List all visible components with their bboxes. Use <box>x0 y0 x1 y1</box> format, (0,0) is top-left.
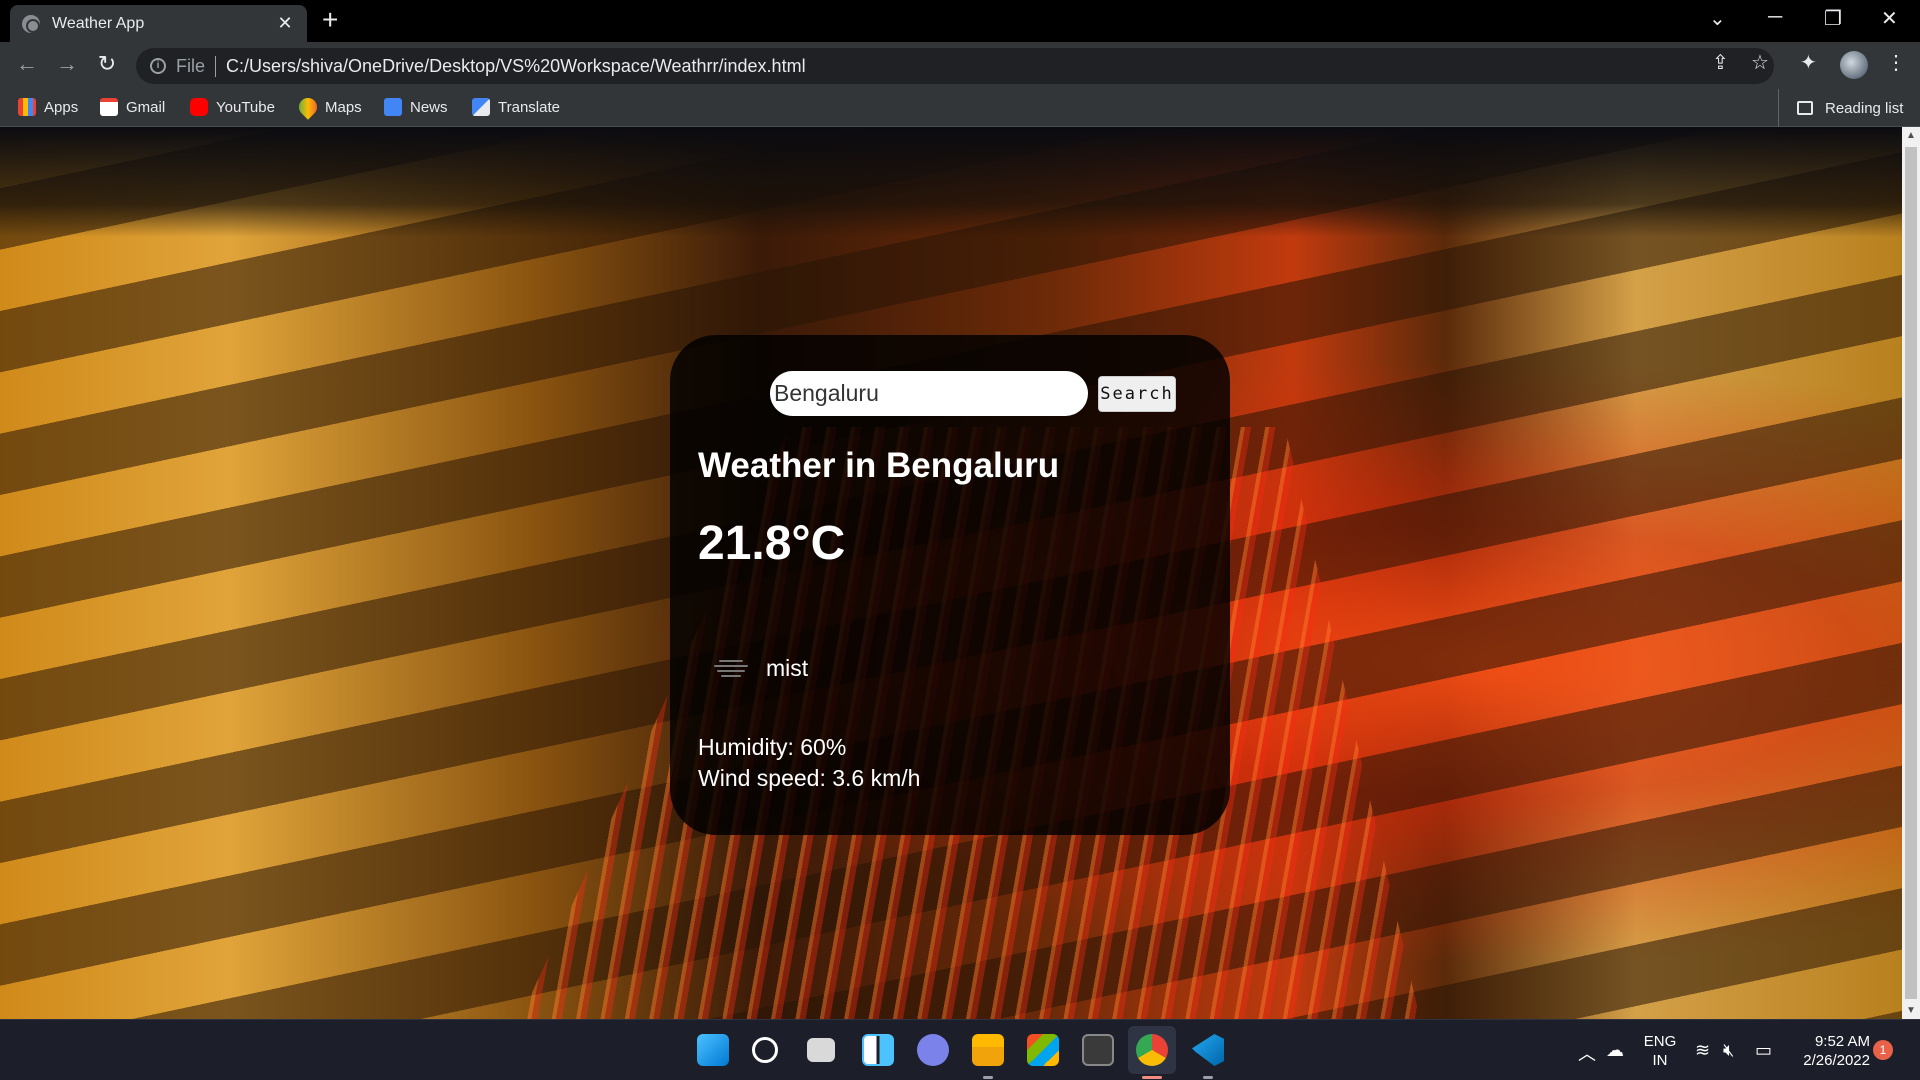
youtube-icon <box>190 98 208 116</box>
address-url[interactable]: C:/Users/shiva/OneDrive/Desktop/VS%20Wor… <box>226 56 806 77</box>
battery-icon[interactable]: ▭ <box>1755 1040 1772 1061</box>
tab-title: Weather App <box>52 14 145 32</box>
search-input[interactable] <box>770 371 1088 416</box>
wifi-icon[interactable]: ≋ <box>1695 1040 1710 1061</box>
info-icon[interactable]: i <box>150 58 166 74</box>
bookmark-maps[interactable]: Maps <box>295 94 362 120</box>
language-code: ENG <box>1643 1033 1677 1050</box>
bookmark-label: News <box>410 98 448 116</box>
widgets-icon[interactable] <box>862 1034 894 1066</box>
language-indicator[interactable]: ENG IN <box>1640 1032 1680 1070</box>
page-scrollbar[interactable]: ▲ ▼ <box>1902 127 1920 1019</box>
minimize-button[interactable]: ─ <box>1768 6 1782 29</box>
store-icon[interactable] <box>1027 1034 1059 1066</box>
search-button[interactable]: Search <box>1098 375 1176 412</box>
bookmark-apps[interactable]: Apps <box>18 98 78 116</box>
scroll-up-icon[interactable]: ▲ <box>1902 127 1920 144</box>
clock[interactable]: 9:52 AM 2/26/2022 <box>1790 1032 1870 1070</box>
active-indicator <box>1142 1076 1162 1079</box>
reading-list-icon <box>1797 101 1813 115</box>
browser-titlebar: Weather App ✕ + ⌄ ─ ❐ ✕ <box>0 0 1920 42</box>
globe-icon <box>22 14 40 33</box>
onedrive-cloud-icon[interactable]: ☁ <box>1606 1040 1624 1061</box>
address-bar[interactable]: i File C:/Users/shiva/OneDrive/Desktop/V… <box>136 48 1774 84</box>
reading-list-button[interactable]: Reading list <box>1778 89 1903 127</box>
maps-pin-icon <box>295 94 321 120</box>
volume-muted-icon[interactable]: 🔇︎ <box>1723 1040 1734 1061</box>
bookmark-label: Maps <box>325 98 362 116</box>
clock-date: 2/26/2022 <box>1803 1052 1870 1069</box>
chrome-icon[interactable] <box>1136 1034 1168 1066</box>
restore-button[interactable]: ❐ <box>1824 6 1842 31</box>
temperature: 21.8°C <box>698 517 846 570</box>
humidity: Humidity: 60% <box>698 734 847 760</box>
bookmark-youtube[interactable]: YouTube <box>190 98 275 116</box>
share-icon[interactable]: ⇪ <box>1712 50 1729 75</box>
bookmark-gmail[interactable]: Gmail <box>100 98 165 116</box>
city-title: Weather in Bengaluru <box>698 446 1060 485</box>
wind-speed: Wind speed: 3.6 km/h <box>698 765 921 791</box>
start-icon[interactable] <box>697 1034 729 1066</box>
region-code: IN <box>1652 1052 1668 1069</box>
close-window-button[interactable]: ✕ <box>1881 6 1898 31</box>
notification-badge[interactable]: 1 <box>1873 1040 1893 1060</box>
forward-icon[interactable]: → <box>52 51 82 77</box>
search-row: Search <box>770 371 1202 416</box>
page-background: Search Weather in Bengaluru 21.8°C mist … <box>0 127 1902 1019</box>
bookmark-star-icon[interactable]: ☆ <box>1751 50 1769 75</box>
notion-icon[interactable] <box>1082 1034 1114 1066</box>
weather-card: Search Weather in Bengaluru 21.8°C mist … <box>670 335 1230 835</box>
windows-taskbar: ︿ ☁ ENG IN ≋ 🔇︎ ▭ 9:52 AM 2/26/2022 <box>0 1019 1920 1080</box>
profile-avatar[interactable] <box>1840 51 1868 79</box>
background-sky <box>0 127 1902 237</box>
bookmarks-bar: Apps Gmail YouTube Maps News Translate R… <box>0 89 1920 127</box>
task-view-icon[interactable] <box>807 1038 835 1062</box>
address-scheme: File <box>176 55 217 77</box>
running-indicator <box>1203 1076 1213 1079</box>
close-tab-icon[interactable]: ✕ <box>275 13 295 34</box>
description-row: mist <box>714 655 1202 682</box>
news-icon <box>384 98 402 116</box>
extensions-icon[interactable]: ✦ <box>1800 50 1817 75</box>
bookmark-news[interactable]: News <box>384 98 448 116</box>
vscode-icon[interactable] <box>1192 1034 1224 1066</box>
scroll-down-icon[interactable]: ▼ <box>1902 1002 1920 1019</box>
bookmark-label: YouTube <box>216 98 275 116</box>
apps-grid-icon <box>18 98 36 116</box>
scroll-thumb[interactable] <box>1905 147 1917 999</box>
chat-icon[interactable] <box>917 1034 949 1066</box>
bookmark-label: Translate <box>498 98 560 116</box>
clock-time: 9:52 AM <box>1814 1033 1870 1050</box>
bookmark-label: Gmail <box>126 98 166 116</box>
file-explorer-icon[interactable] <box>972 1034 1004 1066</box>
tab-search-icon[interactable]: ⌄ <box>1709 6 1726 31</box>
mist-icon <box>714 657 748 681</box>
search-icon[interactable] <box>752 1037 778 1063</box>
reload-icon[interactable]: ↻ <box>92 51 122 77</box>
bookmark-label: Apps <box>44 98 79 116</box>
browser-toolbar: ← → ↻ i File C:/Users/shiva/OneDrive/Des… <box>0 42 1920 89</box>
menu-icon[interactable]: ⋮ <box>1886 50 1906 75</box>
running-indicator <box>983 1076 993 1079</box>
gmail-icon <box>100 98 118 116</box>
show-hidden-icons-icon[interactable]: ︿ <box>1578 1040 1596 1066</box>
reading-list-label: Reading list <box>1825 99 1904 117</box>
translate-icon <box>472 98 490 116</box>
new-tab-button[interactable]: + <box>322 6 338 34</box>
bookmark-translate[interactable]: Translate <box>472 98 560 116</box>
browser-tab[interactable]: Weather App ✕ <box>10 5 307 42</box>
weather-description: mist <box>766 655 809 681</box>
back-icon[interactable]: ← <box>12 51 42 77</box>
